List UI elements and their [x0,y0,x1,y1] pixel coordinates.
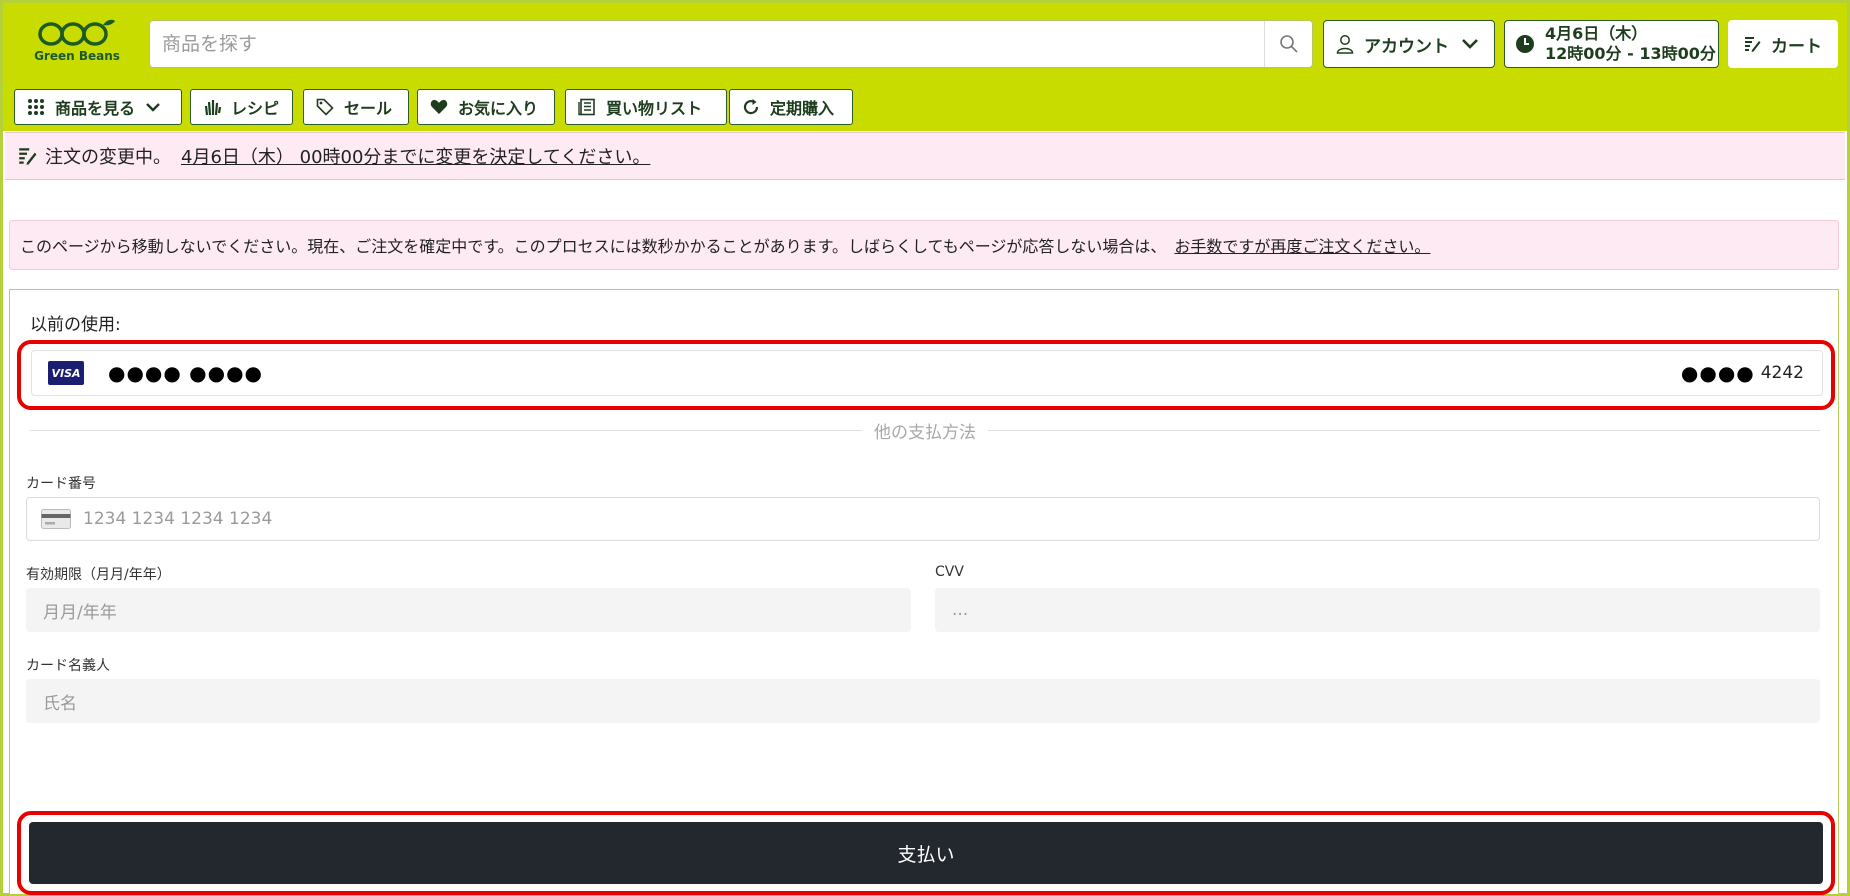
card-number-label: カード番号 [26,476,96,492]
account-button[interactable]: アカウント [1323,20,1495,68]
credit-card-icon [41,509,71,529]
saved-card-highlight: VISA ●●●● ●●●● ●●●● 4242 [17,340,1835,410]
pay-button-highlight: 支払い [17,811,1835,895]
pay-button[interactable]: 支払い [29,822,1823,884]
nav-subscription[interactable]: 定期購入 [729,89,853,125]
edit-list-icon [1745,37,1761,52]
cardholder-name-label: カード名義人 [26,658,110,674]
search-input[interactable] [150,21,1264,67]
reorder-link[interactable]: お手数ですが再度ご注文ください。 [1174,233,1430,257]
cart-label: カート [1771,36,1822,57]
delivery-date: 4月6日（木） [1545,24,1648,43]
account-label: アカウント [1364,36,1449,57]
delivery-time: 12時00分 - 13時00分 [1545,44,1716,63]
nav-browse-products[interactable]: 商品を見る [14,89,182,125]
search-icon [1279,35,1298,53]
logo-text: Green Beans [34,49,120,63]
user-icon [1336,35,1354,54]
search-box [149,20,1313,68]
saved-card-option[interactable]: VISA ●●●● ●●●● ●●●● 4242 [31,350,1823,396]
delivery-slot-button[interactable]: 4月6日（木） 12時00分 - 13時00分 [1504,20,1719,68]
tag-icon [316,98,334,116]
saved-card-last4-group: ●●●● 4242 [1681,361,1804,385]
nav-label: 買い物リスト [606,99,703,118]
other-methods-divider: 他の支払方法 [30,418,1820,443]
nav-label: セール [344,99,393,118]
nav-sale[interactable]: セール [303,89,409,125]
logo[interactable]: Green Beans [31,17,123,73]
nav-shopping-list[interactable]: 買い物リスト [565,89,727,125]
delivery-slot-text: 4月6日（木） 12時00分 - 13時00分 [1545,24,1716,64]
cart-button[interactable]: カート [1728,20,1838,68]
cvv-field[interactable]: ... [935,588,1820,632]
previous-used-label: 以前の使用: [30,315,121,335]
search-button[interactable] [1264,21,1312,67]
card-number-placeholder: 1234 1234 1234 1234 [83,509,273,529]
chevron-down-icon [1462,39,1478,49]
refresh-icon [743,99,759,115]
nav-recipes[interactable]: レシピ [190,89,293,125]
banner-message: 注文の変更中。 [45,147,171,168]
notice-message: このページから移動しないでください。現在、ご注文を確定中です。このプロセスには数… [20,237,1167,256]
processing-notice: このページから移動しないでください。現在、ご注文を確定中です。このプロセスには数… [9,220,1839,270]
payment-panel: 以前の使用: VISA ●●●● ●●●● ●●●● 4242 他の支払方法 カ… [9,289,1839,895]
beans-logo-icon [38,19,115,46]
chevron-down-icon [146,102,160,112]
cardholder-name-placeholder: 氏名 [43,693,77,714]
cvv-placeholder: ... [952,600,969,620]
heart-icon [430,99,448,114]
nav-label: 定期購入 [770,99,835,118]
cvv-label: CVV [935,564,964,580]
saved-card-masked: ●●●● ●●●● [108,361,263,385]
other-methods-label: 他の支払方法 [862,418,988,443]
clock-icon [1516,35,1534,53]
expiry-placeholder: 月月/年年 [43,602,117,623]
hand-icon [204,100,221,116]
card-number-field[interactable]: 1234 1234 1234 1234 [26,497,1820,541]
saved-card-last4: 4242 [1760,363,1804,383]
saved-card-last4-dots: ●●●● [1680,361,1755,385]
site-header: Green Beans アカウント 4月6日（木） 12時00分 - 13時00… [3,3,1847,131]
list-icon [578,98,595,116]
banner-deadline-link[interactable]: 4月6日（木） 00時00分までに変更を決定してください。 [181,143,650,169]
grid-icon [28,99,44,115]
cardholder-name-field[interactable]: 氏名 [26,679,1820,723]
edit-list-icon [19,148,37,165]
nav-label: レシピ [231,99,280,118]
expiry-field[interactable]: 月月/年年 [26,588,911,632]
order-editing-banner: 注文の変更中。 4月6日（木） 00時00分までに変更を決定してください。 [5,132,1845,180]
visa-icon: VISA [48,361,84,385]
nav-label: お気に入り [458,99,539,118]
nav-favorites[interactable]: お気に入り [417,89,555,125]
nav-label: 商品を見る [55,99,136,118]
expiry-label: 有効期限（月月/年年） [26,567,171,583]
